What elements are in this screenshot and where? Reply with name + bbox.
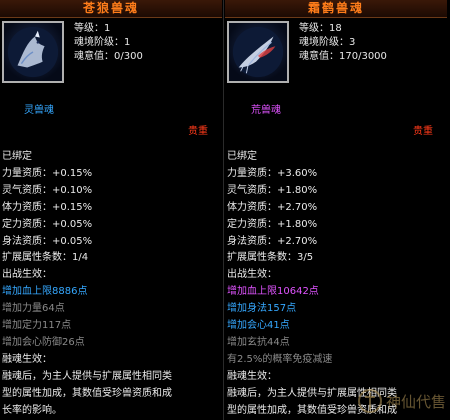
battle-effect-heading: 出战生效： <box>227 269 277 281</box>
attr-line: 体力资质：+0.15% <box>2 201 93 213</box>
bound-status: 已绑定 <box>227 151 257 162</box>
item-header: 等级：18 魂境阶级：3 魂意值：170/3000 <box>225 18 447 96</box>
realm-tier-text: 魂境阶级：1 <box>74 37 131 48</box>
realm-tier-text: 魂境阶级：3 <box>299 37 356 48</box>
rarity-badge: 贵重 <box>413 126 433 137</box>
attr-line: 灵气资质：+1.80% <box>227 184 318 196</box>
attr-line: 身法资质：+0.05% <box>2 235 93 247</box>
attribute-list: 已绑定 力量资质：+3.60% 灵气资质：+1.80% 体力资质：+2.70% … <box>227 149 447 419</box>
crane-spirit-icon <box>227 21 289 83</box>
effect-line: 有2.5%的概率免疫减速 <box>227 353 333 365</box>
soul-type-label: 灵兽魂 <box>24 105 54 116</box>
attr-line: 体力资质：+2.70% <box>227 201 318 213</box>
desc-line: 长率的影响。 <box>2 404 62 416</box>
effect-line: 增加会心41点 <box>227 320 290 332</box>
attr-line: 定力资质：+1.80% <box>227 218 318 230</box>
effect-line: 增加血上限10642点 <box>227 286 319 298</box>
fusion-effect-heading: 融魂生效： <box>2 353 52 365</box>
fusion-effect-heading: 融魂生效： <box>227 370 277 382</box>
item-stats: 等级：18 魂境阶级：3 魂意值：170/3000 <box>299 22 387 64</box>
extend-count: 扩展属性条数：3/5 <box>227 252 314 264</box>
spirit-value-text: 魂意值：0/300 <box>74 51 143 62</box>
rarity-badge: 贵重 <box>188 126 208 137</box>
level-text: 等级：18 <box>299 23 342 34</box>
soul-type-label: 荒兽魂 <box>251 105 281 116</box>
bound-status: 已绑定 <box>2 151 32 162</box>
effect-line: 增加会心防御26点 <box>2 336 85 348</box>
desc-line: 融魂后，为主人提供与扩展属性相同类 <box>2 370 172 382</box>
effect-line: 增加玄抗44点 <box>227 336 290 348</box>
attr-line: 灵气资质：+0.10% <box>2 184 93 196</box>
item-stats: 等级：1 魂境阶级：1 魂意值：0/300 <box>74 22 143 64</box>
desc-line: 型的属性加成，其数值受珍兽资质和成 <box>2 387 172 399</box>
effect-line: 增加定力117点 <box>2 320 72 332</box>
svg-text:神仙代售: 神仙代售 <box>386 393 446 411</box>
site-watermark: 神仙代售 <box>356 386 450 416</box>
effect-line: 增加力量64点 <box>2 303 65 315</box>
extend-count: 扩展属性条数：1/4 <box>2 252 89 264</box>
effect-line: 增加身法157点 <box>227 303 297 315</box>
battle-effect-heading: 出战生效： <box>2 269 52 281</box>
attribute-list: 已绑定 力量资质：+0.15% 灵气资质：+0.10% 体力资质：+0.15% … <box>2 149 222 419</box>
wolf-spirit-icon <box>2 21 64 83</box>
sword-shield-icon: 神仙代售 <box>358 389 446 413</box>
right-tooltip-panel: 霜鹤兽魂 等级：18 魂境阶级：3 魂意值：170/3000 荒兽魂 贵重 已绑… <box>225 0 447 420</box>
item-title: 苍狼兽魂 <box>0 0 222 18</box>
attr-line: 身法资质：+2.70% <box>227 235 318 247</box>
attr-line: 定力资质：+0.05% <box>2 218 93 230</box>
spirit-value-text: 魂意值：170/3000 <box>299 51 387 62</box>
attr-line: 力量资质：+0.15% <box>2 167 93 179</box>
left-tooltip-panel: 苍狼兽魂 等级：1 魂境阶级：1 魂意值：0/300 灵兽魂 贵重 已绑定 力量… <box>0 0 222 420</box>
panel-divider <box>223 0 224 420</box>
fusion-description: 融魂后，为主人提供与扩展属性相同类 型的属性加成，其数值受珍兽资质和成 长率的影… <box>2 369 222 420</box>
effect-line: 增加血上限8886点 <box>2 286 88 298</box>
item-header: 等级：1 魂境阶级：1 魂意值：0/300 <box>0 18 222 96</box>
attr-line: 力量资质：+3.60% <box>227 167 318 179</box>
item-title: 霜鹤兽魂 <box>225 0 447 18</box>
level-text: 等级：1 <box>74 23 111 34</box>
